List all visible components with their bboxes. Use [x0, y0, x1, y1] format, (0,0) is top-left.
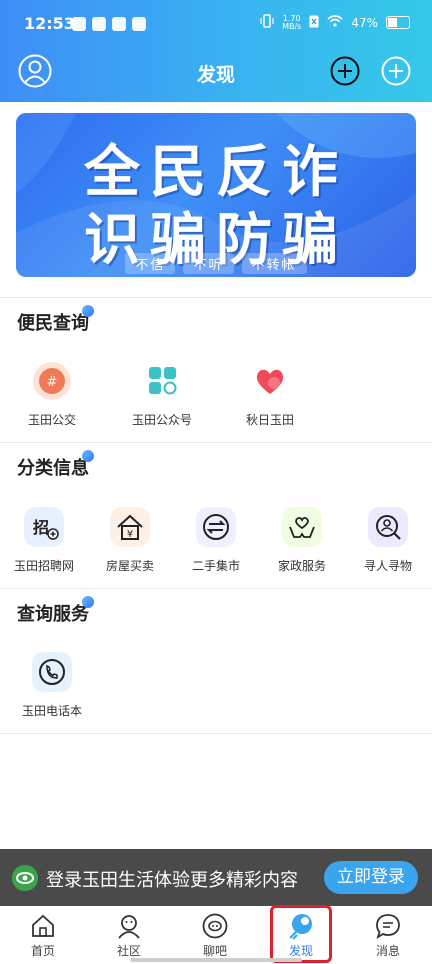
svg-text:¥: ¥	[127, 529, 133, 540]
wifi-icon	[327, 15, 343, 30]
login-prompt-bar: 登录玉田生活体验更多精彩内容 立即登录	[0, 849, 432, 906]
care-icon	[282, 507, 322, 547]
service-item-label: 秋日玉田	[245, 413, 294, 427]
service-item-label: 玉田公众号	[131, 413, 192, 427]
service-item-autumn[interactable]: 秋日玉田	[220, 361, 320, 428]
page-title: 发现	[196, 64, 235, 86]
divider	[0, 442, 432, 443]
service-item-label: 玉田公交	[27, 413, 76, 427]
home-icon	[29, 912, 57, 940]
vibrate-icon	[260, 14, 274, 31]
divider	[0, 733, 432, 734]
status-time: 12:53	[24, 14, 75, 33]
tab-label: 聊吧	[202, 944, 227, 958]
tab-messages[interactable]: 消息	[358, 912, 418, 959]
badge-dot	[82, 450, 94, 462]
status-right: 1.70 MB/s 47%	[260, 14, 410, 31]
tab-label: 首页	[30, 944, 55, 958]
app-logo-icon	[12, 865, 38, 891]
service-item-label: 家政服务	[277, 559, 326, 573]
search-person-icon	[368, 507, 408, 547]
service-item-house[interactable]: ¥ 房屋买卖	[80, 507, 180, 574]
add-circle-icon[interactable]	[330, 56, 360, 86]
apps-icon	[142, 361, 182, 401]
exchange-icon	[196, 507, 236, 547]
house-icon: ¥	[110, 507, 150, 547]
anti-fraud-banner[interactable]: 全民反诈 识骗防骗 不信 不听 不转帐	[16, 113, 416, 277]
tab-community[interactable]: 社区	[99, 912, 159, 959]
service-item-official-account[interactable]: 玉田公众号	[112, 361, 212, 428]
gesture-home-bar	[130, 958, 302, 962]
net-speed: 1.70 MB/s	[282, 14, 302, 31]
status-bar: 12:53 1.70 MB/s 47%	[0, 0, 432, 52]
net-speed-unit: MB/s	[282, 21, 302, 31]
service-item-housekeeping[interactable]: 家政服务	[252, 507, 352, 574]
app-header: 发现	[0, 52, 432, 98]
login-button[interactable]: 立即登录	[324, 861, 418, 894]
add-circle-icon[interactable]	[381, 56, 411, 86]
sim-icon	[309, 15, 319, 31]
service-item-label: 房屋买卖	[105, 559, 154, 573]
tab-chat[interactable]: 聊吧	[185, 912, 245, 959]
banner-tag: 不听	[183, 253, 234, 274]
divider	[0, 297, 432, 298]
notification-app-icon	[72, 17, 86, 31]
notification-app-icon	[132, 17, 146, 31]
section-title-convenience: 便民查询	[17, 313, 89, 334]
community-icon	[115, 912, 143, 940]
banner-tags: 不信 不听 不转帐	[16, 253, 416, 274]
chat-icon	[201, 912, 229, 940]
service-item-bus[interactable]: # 玉田公交	[2, 361, 102, 428]
banner-tag: 不信	[125, 253, 176, 274]
badge-dot	[82, 596, 94, 608]
svg-text:招: 招	[33, 518, 49, 537]
service-item-label: 玉田电话本	[21, 704, 82, 718]
banner-tag: 不转帐	[241, 253, 307, 274]
tab-label: 消息	[375, 944, 400, 958]
battery-percent: 47%	[351, 15, 378, 30]
service-item-second-hand[interactable]: 二手集市	[166, 507, 266, 574]
bottom-tab-bar: 首页 社区 聊吧 发现 消息	[0, 906, 432, 964]
svg-text:#: #	[47, 375, 58, 390]
notification-app-icon	[112, 17, 126, 31]
login-prompt-text: 登录玉田生活体验更多精彩内容	[46, 870, 298, 891]
divider	[0, 588, 432, 589]
battery-icon	[386, 16, 410, 29]
tab-home[interactable]: 首页	[13, 912, 73, 959]
heart-icon	[250, 361, 290, 401]
service-item-lost-found[interactable]: 寻人寻物	[338, 507, 432, 574]
section-title-query: 查询服务	[17, 604, 89, 625]
notification-app-icon	[92, 17, 106, 31]
phone-icon	[32, 652, 72, 692]
service-item-label: 寻人寻物	[363, 559, 412, 573]
tab-label: 社区	[116, 944, 141, 958]
tab-selection-highlight	[270, 905, 332, 963]
service-item-label: 二手集市	[191, 559, 240, 573]
message-icon	[374, 912, 402, 940]
bus-icon: #	[32, 361, 72, 401]
notification-icons	[72, 17, 146, 31]
section-title-classified: 分类信息	[17, 458, 89, 479]
recruit-icon: 招	[24, 507, 64, 547]
badge-dot	[82, 305, 94, 317]
service-item-phonebook[interactable]: 玉田电话本	[2, 652, 102, 719]
